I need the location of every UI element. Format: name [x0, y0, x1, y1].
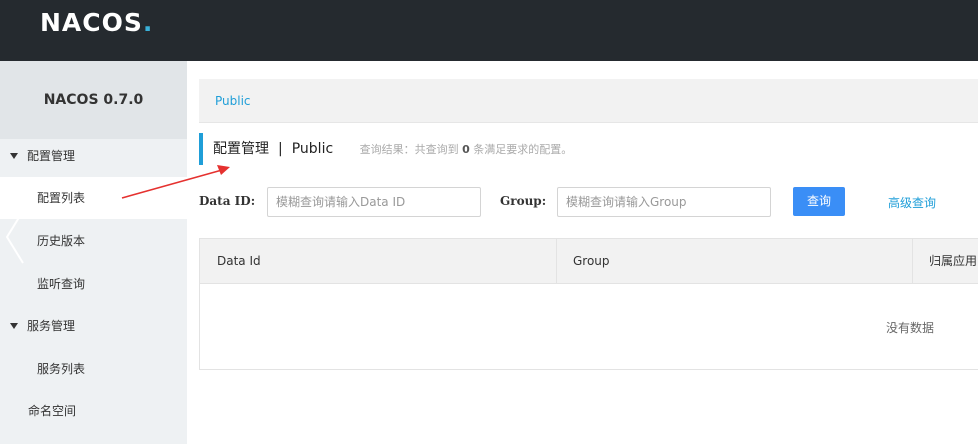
sidebar: NACOS 0.7.0 配置管理 配置列表 历史版本 监听查询 服务管理 服务列… — [0, 61, 187, 444]
page-title: 配置管理 | Public 查询结果：共查询到 0 条满足要求的配置。 — [199, 133, 572, 165]
sidebar-title: NACOS 0.7.0 — [0, 61, 187, 139]
sidebar-item-service-list[interactable]: 服务列表 — [0, 348, 187, 390]
caret-down-icon — [10, 322, 18, 329]
result-suffix: 条满足要求的配置。 — [473, 143, 573, 156]
data-id-input[interactable]: 模糊查询请输入Data ID — [267, 187, 481, 217]
sidebar-item-label: 命名空间 — [28, 404, 77, 418]
sidebar-item-namespace[interactable]: 命名空间 — [0, 390, 187, 432]
page-namespace: Public — [291, 141, 334, 157]
logo-dot: . — [142, 8, 154, 37]
top-bar: NACOS. — [0, 0, 978, 61]
nacos-logo[interactable]: NACOS. — [40, 8, 153, 37]
result-count: 0 — [462, 143, 470, 156]
sidebar-item-label: 配置管理 — [27, 149, 76, 163]
collapse-chevron-icon[interactable] — [3, 209, 33, 269]
page-title-text: 配置管理 — [213, 141, 269, 157]
breadcrumb: Public — [199, 79, 978, 123]
group-label: Group: — [500, 194, 547, 208]
logo-text: NACOS — [40, 8, 143, 37]
sidebar-group-service[interactable]: 服务管理 — [0, 305, 187, 347]
breadcrumb-namespace[interactable]: Public — [215, 94, 251, 108]
title-separator: | — [278, 141, 283, 157]
sidebar-item-label: 服务管理 — [27, 319, 76, 333]
sidebar-item-label: 服务列表 — [37, 362, 86, 376]
column-header-group[interactable]: Group — [556, 239, 610, 284]
column-header-app[interactable]: 归属应用 — [912, 239, 977, 284]
empty-state-text: 没有数据 — [886, 321, 935, 335]
sidebar-item-label: 历史版本 — [37, 234, 86, 248]
table-header: Data Id Group 归属应用 — [200, 239, 978, 284]
column-header-data-id[interactable]: Data Id — [200, 239, 261, 284]
sidebar-item-label: 监听查询 — [37, 277, 86, 291]
caret-down-icon — [10, 152, 18, 159]
advanced-query-link[interactable]: 高级查询 — [888, 194, 936, 211]
sidebar-group-config[interactable]: 配置管理 — [0, 135, 187, 177]
sidebar-item-listener-query[interactable]: 监听查询 — [0, 263, 187, 305]
query-result-summary: 查询结果：共查询到 0 条满足要求的配置。 — [360, 143, 573, 156]
query-button[interactable]: 查询 — [793, 187, 845, 216]
sidebar-item-label: 配置列表 — [37, 191, 86, 205]
data-id-label: Data ID: — [199, 194, 256, 208]
group-input[interactable]: 模糊查询请输入Group — [557, 187, 771, 217]
result-prefix: 查询结果：共查询到 — [359, 143, 459, 156]
config-table: Data Id Group 归属应用 没有数据 — [199, 238, 978, 370]
